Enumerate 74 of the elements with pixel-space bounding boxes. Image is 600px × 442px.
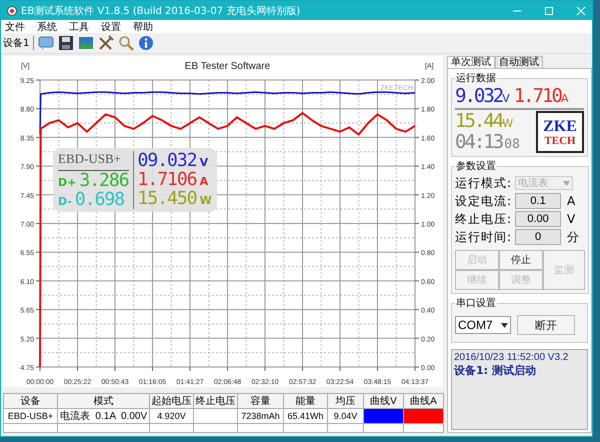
voltage-reading: 09.032 [138, 151, 197, 170]
group-title: 运行数据 [455, 72, 497, 85]
column-header[interactable]: 曲线A [404, 394, 444, 408]
seconds-reading: 08 [504, 137, 520, 152]
device-label[interactable]: 设备1 [3, 36, 30, 50]
tab[interactable]: 自动测试 [495, 56, 543, 68]
column-header[interactable]: 能量 [284, 394, 328, 408]
port-dropdown[interactable]: COM7 [455, 316, 511, 334]
column-header[interactable]: 模式 [58, 394, 150, 408]
table-cell: 4.920V [150, 408, 194, 424]
time-reading: 04:13 [455, 131, 502, 153]
caret-icon [563, 180, 570, 186]
unit-label: V [567, 212, 576, 226]
chart-title: EB Tester Software [184, 61, 270, 72]
field-label: 运行时间: [455, 228, 512, 246]
table-cell: 电流表 0.1A 0.00V [58, 408, 150, 424]
unit-label: V [200, 156, 208, 169]
table-cell: EBD-USB+ [4, 408, 58, 424]
chat-bubble-icon[interactable] [38, 35, 54, 51]
dplus-reading: 3.286 [79, 171, 129, 190]
group-title: 串口设置 [455, 296, 497, 310]
dminus-reading: 0.698 [74, 190, 124, 209]
tools-icon[interactable] [98, 35, 114, 51]
caret-icon [501, 322, 508, 328]
menu-item[interactable]: 工具 [69, 20, 89, 34]
save-icon[interactable] [58, 35, 74, 51]
current-reading: 1.7106 [138, 170, 197, 189]
logo-text: TECH [544, 134, 576, 146]
unit-label: A [200, 175, 208, 188]
group-title: 参数设置 [455, 160, 497, 173]
logo-text: ZKE [543, 118, 577, 134]
app-icon [7, 6, 17, 16]
disconnect-button[interactable]: 断开 [517, 315, 575, 335]
action-button[interactable]: 停止 [499, 250, 543, 270]
info-icon[interactable] [138, 35, 154, 51]
menu-item[interactable]: 系统 [37, 20, 57, 34]
unit-label: W [200, 194, 212, 207]
menu-item[interactable]: 帮助 [133, 20, 153, 34]
column-header[interactable]: 起始电压 [150, 394, 194, 408]
device-model: EBD-USB+ [58, 151, 129, 171]
close-icon[interactable] [576, 6, 586, 16]
power-reading: 15.44 [455, 110, 502, 132]
unit-label: V [502, 92, 510, 105]
unit-label: 分 [567, 228, 580, 246]
input-field[interactable]: 0 [515, 229, 562, 245]
current-reading: 1.710 [514, 86, 561, 107]
search-icon[interactable] [118, 35, 134, 51]
dplus-label: D+ [58, 176, 76, 189]
window-title: EB测试系统软件 V1.8.5 (Build 2016-03-07 充电头网特别版) [21, 4, 300, 18]
field-label: 终止电压: [455, 210, 512, 228]
menu-item[interactable]: 设置 [101, 20, 121, 34]
voltage-reading: 9.032 [455, 86, 502, 107]
tab[interactable]: 单次测试 [447, 56, 495, 68]
log-line: 2016/10/23 11:52:00 V3.2 [454, 352, 570, 363]
column-header[interactable]: 容量 [238, 394, 284, 408]
dminus-label: D- [58, 195, 72, 208]
unit-label: W [502, 117, 514, 130]
unit-label: A [567, 194, 576, 208]
table-cell: 65.41Wh [284, 408, 328, 424]
column-header[interactable]: 终止电压 [194, 394, 238, 408]
power-reading: 15.450 [138, 189, 197, 208]
column-header[interactable]: 均压 [328, 394, 364, 408]
field-label: 运行模式: [455, 174, 512, 192]
column-header[interactable]: 曲线V [364, 394, 404, 408]
menu-item[interactable]: 文件 [5, 20, 25, 34]
maximize-icon[interactable] [544, 6, 554, 16]
input-field[interactable]: 0.1 [515, 193, 562, 209]
input-field[interactable]: 0.00 [515, 211, 562, 227]
column-header[interactable]: 设备 [4, 394, 58, 408]
log-line: 设备1: 测试启动 [454, 363, 537, 378]
unit-label: A [560, 92, 568, 105]
picture-icon[interactable] [78, 35, 94, 51]
field-label: 设定电流: [455, 192, 512, 210]
table-cell: 7238mAh [238, 408, 284, 424]
